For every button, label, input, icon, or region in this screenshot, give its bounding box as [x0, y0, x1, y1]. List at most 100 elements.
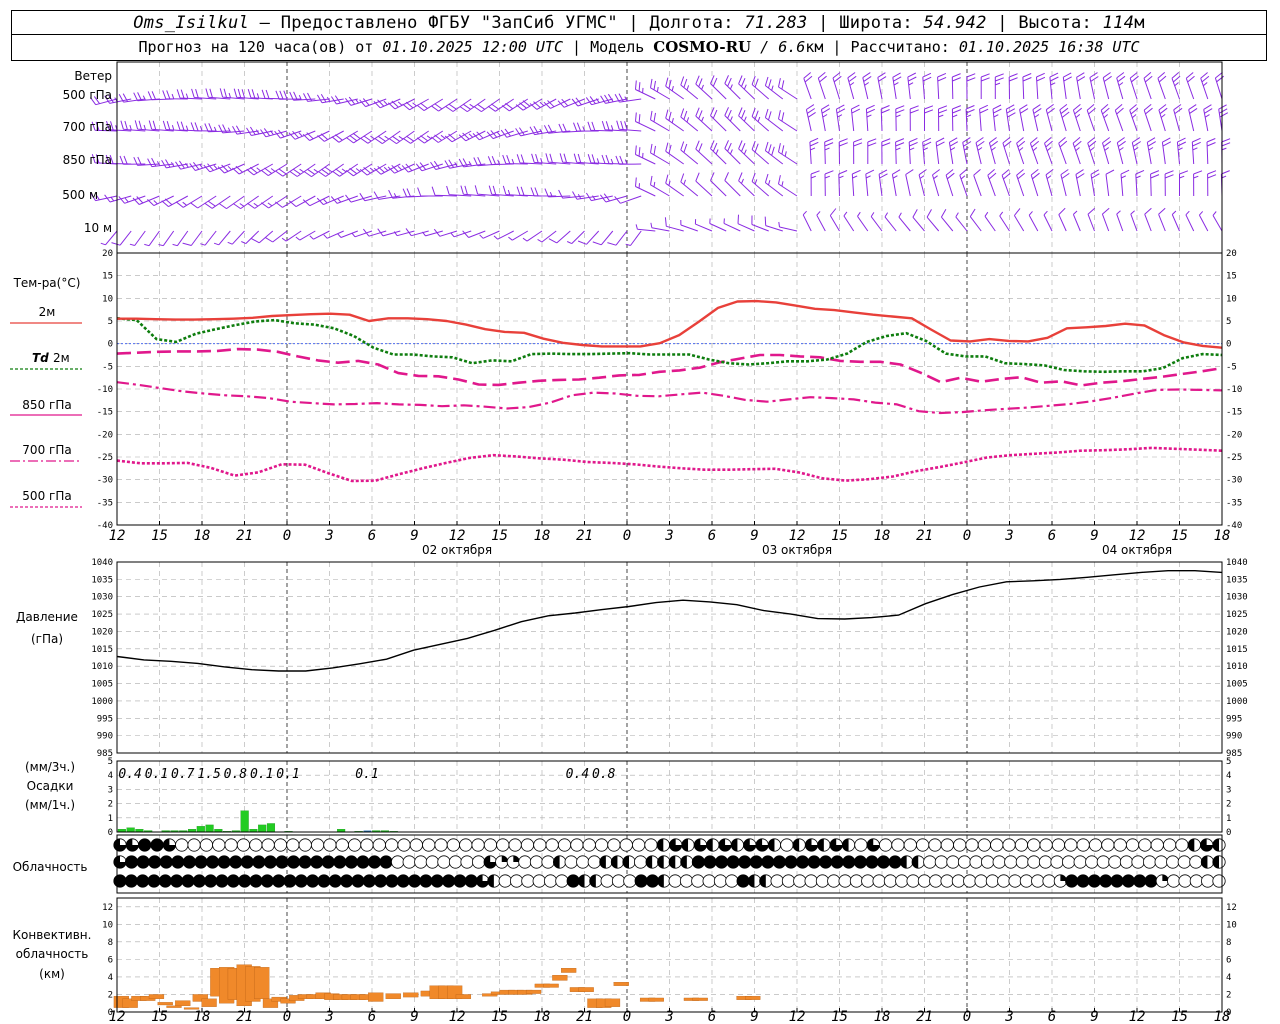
cloud-clear	[619, 838, 633, 852]
date-label-0: 02 октября	[422, 543, 492, 557]
wind-barb-l4-51	[829, 208, 840, 232]
cloud-symbol-r2-25	[396, 874, 410, 888]
conv-ylab-r-4: 4	[1226, 973, 1231, 983]
cloud-symbol-r1-56	[761, 855, 775, 869]
wind-barb-l3-52	[851, 169, 861, 197]
cloud-full	[703, 855, 717, 869]
precip-label-3: (мм/1ч.)	[25, 798, 75, 812]
cloud-half	[900, 855, 907, 869]
cloud-half	[768, 838, 775, 852]
cloud-symbol-r1-7	[194, 855, 208, 869]
conv-bar-58	[745, 996, 761, 1000]
wind-barb-l1-40	[665, 109, 684, 132]
cloud-clear	[1019, 874, 1033, 888]
cloud-symbol-r2-38	[543, 874, 558, 888]
wind-barb-l2-40	[665, 142, 684, 165]
cloud-symbol-r0-34	[533, 838, 547, 852]
wind-barb-l4-43	[709, 218, 727, 232]
cloud-clear	[849, 874, 864, 888]
cloud-clear	[633, 855, 648, 869]
cloud-symbol-r1-48	[668, 855, 682, 869]
cloud-symbol-r0-47	[693, 838, 707, 852]
cloud-symbol-r2-8	[204, 874, 218, 888]
wind-barb-l2-48	[778, 143, 798, 165]
wind-barb-l0-71	[1116, 72, 1126, 100]
cloud-full	[272, 874, 286, 888]
cloud-symbol-r2-4	[158, 874, 172, 888]
cloud-half	[681, 838, 689, 852]
conv-label-1: Конвективн.	[13, 928, 92, 942]
cloud-symbol-r1-63	[842, 855, 856, 869]
temp-ylab-l-3: 5	[108, 317, 113, 327]
cloud-clear	[564, 855, 578, 869]
cloud-symbol-r2-43	[600, 874, 614, 888]
wind-barb-l4-1	[111, 230, 132, 246]
wind-barb-l3-45	[738, 172, 755, 197]
conv-bar-42	[525, 989, 542, 994]
cloud-symbol-r2-7	[192, 874, 206, 888]
wind-barb-l1-48	[778, 110, 798, 132]
cloud-symbol-r2-51	[691, 874, 705, 888]
wind-barb-l3-8	[204, 195, 231, 209]
wind-barb-l4-70	[1101, 207, 1110, 232]
cloud-symbol-r0-68	[953, 838, 967, 852]
wind-barb-l1-61	[979, 104, 989, 132]
wind-barb-l1-41	[680, 108, 699, 132]
precip-total-5: 0.1	[250, 767, 273, 782]
conv-bar-48	[578, 987, 594, 992]
temp-xaxis-tick-21: 3	[1004, 528, 1013, 544]
conv-bar-31	[403, 992, 419, 998]
wind-barb-l4-2	[129, 230, 146, 246]
temp-ylab-l-6: -10	[97, 385, 113, 395]
cloud-symbol-r2-40	[566, 874, 580, 888]
wind-barb-l1-21	[388, 130, 415, 145]
cloud-symbol-r0-42	[632, 838, 646, 852]
cloud-full	[275, 855, 289, 869]
wind-barb-l4-49	[802, 210, 812, 232]
cloud-clear	[212, 838, 226, 852]
wind-barb-l3-3	[132, 195, 160, 205]
cloud-clear	[1088, 838, 1103, 852]
cloud-clear	[360, 838, 374, 852]
cloud-clear	[1131, 855, 1145, 869]
cloud-symbol-r2-3	[147, 874, 161, 888]
cloud-symbol-r0-33	[520, 838, 535, 852]
cloud-full	[294, 874, 308, 888]
temp-xaxis-tick-4: 0	[283, 528, 291, 544]
cloud-full	[283, 874, 297, 888]
cloud-full	[464, 874, 478, 888]
wind-barb-l3-40	[665, 174, 684, 197]
cloud-symbol-r0-55	[792, 838, 806, 852]
wind-barb-l0-76	[1185, 72, 1195, 100]
wind-barb-l2-14	[289, 163, 316, 177]
wind-barb-l0-68	[1076, 72, 1086, 100]
cloud-full	[691, 855, 706, 869]
wind-barb-l0-28	[487, 98, 514, 112]
cloud-clear	[878, 838, 893, 852]
temp-xaxis-tick-2: 18	[194, 528, 211, 544]
cloud-symbol-r2-16	[294, 874, 308, 888]
cloud-clear	[1051, 838, 1066, 852]
cloud-full	[240, 855, 254, 869]
wind-barb-l2-77	[1206, 138, 1216, 165]
press-ylab-r-7: 1005	[1226, 680, 1248, 690]
temp-xaxis-tick-22: 6	[1048, 528, 1056, 544]
wind-barb-l0-35	[585, 96, 613, 106]
conv-ylab-r-5: 2	[1226, 990, 1231, 1000]
cloud-symbol-r0-77	[1064, 838, 1078, 852]
precip-total-0: 0.4	[118, 767, 141, 782]
wind-barb-l3-34	[572, 191, 599, 200]
cloud-symbol-r0-83	[1138, 838, 1152, 852]
cloud-clear	[236, 838, 251, 852]
wind-barb-l2-57	[922, 137, 932, 165]
conv-bar-8	[183, 1007, 200, 1010]
cloud-symbol-r1-60	[807, 855, 821, 869]
wind-barb-l4-37	[625, 230, 642, 246]
wind-barb-l1-67	[1059, 104, 1070, 132]
wind-barb-l1-54	[880, 105, 890, 132]
cloud-symbol-r0-0	[113, 838, 127, 852]
wind-barb-l2-50	[824, 138, 834, 165]
cloud-clear	[310, 838, 325, 852]
cloud-symbol-r1-95	[1212, 855, 1226, 869]
cloud-half	[1188, 838, 1195, 852]
